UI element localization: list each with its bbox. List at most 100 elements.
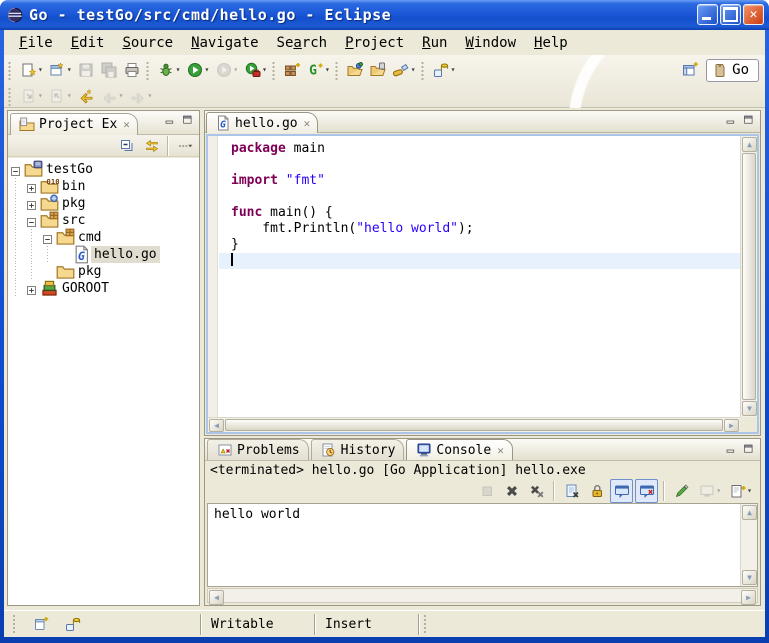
open-console-dropdown-icon[interactable]: ▾ — [747, 487, 752, 495]
menu-edit[interactable]: Edit — [62, 33, 114, 53]
last-edit-location-button[interactable] — [75, 84, 98, 108]
maximize-button[interactable] — [720, 4, 741, 25]
new-go-package-button[interactable] — [281, 58, 304, 82]
console-output-area[interactable]: hello world ▲ ▼ — [207, 503, 758, 587]
code-line[interactable]: fmt.Println("hello world"); — [219, 221, 740, 237]
run-button[interactable]: ▾ — [183, 58, 212, 82]
show-stdout-button[interactable] — [610, 479, 633, 503]
console-tab-close-icon[interactable]: ✕ — [495, 444, 504, 457]
debug-button[interactable]: ▾ — [155, 58, 184, 82]
external-tools-dropdown-icon[interactable]: ▾ — [262, 66, 267, 74]
open-resource-button[interactable] — [367, 58, 390, 82]
sync-views-dropdown-icon[interactable]: ▾ — [451, 66, 456, 74]
sync-views-button[interactable]: ▾ — [430, 58, 459, 82]
scroll-down-icon[interactable]: ▼ — [742, 401, 757, 416]
editor-minimize-button[interactable] — [725, 115, 738, 127]
collapse-icon[interactable] — [43, 233, 52, 242]
expand-icon[interactable] — [27, 284, 36, 293]
db-toggle-button[interactable] — [61, 612, 84, 636]
scroll-up-icon[interactable]: ▲ — [742, 137, 757, 152]
code-line[interactable] — [219, 157, 740, 173]
view-menu-button[interactable] — [173, 134, 196, 158]
clear-console-button[interactable] — [560, 479, 583, 503]
scroll-left-icon[interactable]: ◀ — [209, 419, 224, 432]
explorer-maximize-button[interactable] — [182, 115, 195, 127]
new-go-type-button[interactable]: G▾ — [304, 58, 333, 82]
new-wizard-dropdown-icon[interactable]: ▾ — [38, 66, 43, 74]
menu-search[interactable]: Search — [268, 33, 337, 53]
editor-horizontal-scrollbar[interactable]: ◀ ▶ — [208, 417, 740, 432]
tree-item-testgo[interactable]: testGo — [8, 161, 199, 178]
menu-navigate[interactable]: Navigate — [182, 33, 267, 53]
code-line[interactable]: } — [219, 237, 740, 253]
tab-history[interactable]: History — [311, 439, 405, 460]
remove-all-terminated-button[interactable] — [525, 479, 548, 503]
explorer-minimize-button[interactable] — [164, 115, 177, 127]
new-go-type-dropdown-icon[interactable]: ▾ — [325, 66, 330, 74]
tree-item-goroot[interactable]: GOROOT — [8, 280, 199, 297]
expand-icon[interactable] — [27, 182, 36, 191]
tree-item-cmd[interactable]: cmd — [8, 229, 199, 246]
go-perspective-button[interactable]: Go — [706, 59, 759, 82]
debug-dropdown-icon[interactable]: ▾ — [176, 66, 181, 74]
collapse-icon[interactable] — [27, 216, 36, 225]
tree-expander-cell[interactable] — [40, 229, 56, 246]
tab-project-explorer[interactable]: Project Ex ✕ — [10, 113, 138, 135]
scroll-right-icon[interactable]: ▶ — [741, 590, 756, 605]
tree-expander-cell[interactable] — [24, 280, 40, 297]
console-vertical-scrollbar[interactable]: ▲ ▼ — [740, 504, 757, 586]
code-line[interactable]: func main() { — [219, 205, 740, 221]
fast-view-button[interactable] — [29, 612, 52, 636]
tree-expander-cell[interactable] — [24, 195, 40, 212]
menu-file[interactable]: File — [10, 33, 62, 53]
editor-tab-close-icon[interactable]: ✕ — [302, 117, 311, 130]
scroll-right-icon[interactable]: ▶ — [724, 419, 739, 432]
close-button[interactable] — [743, 4, 764, 25]
code-line[interactable]: import "fmt" — [219, 173, 740, 189]
editor-vertical-scrollbar[interactable]: ▲ ▼ — [740, 136, 757, 417]
tree-item-src[interactable]: src — [8, 212, 199, 229]
new-wizard-button[interactable]: ▾ — [17, 58, 46, 82]
scroll-up-icon[interactable]: ▲ — [742, 505, 757, 520]
code-line[interactable] — [219, 253, 740, 269]
collapse-all-button[interactable] — [116, 134, 139, 158]
scroll-left-icon[interactable]: ◀ — [209, 590, 224, 605]
tree-item-hello-go[interactable]: Ghello.go — [8, 246, 199, 263]
menu-run[interactable]: Run — [413, 33, 456, 53]
link-editor-button[interactable] — [140, 134, 163, 158]
menu-window[interactable]: Window — [456, 33, 525, 53]
show-stderr-button[interactable] — [635, 479, 658, 503]
tree-item-pkg[interactable]: pkg — [8, 195, 199, 212]
tab-problems[interactable]: Problems — [207, 439, 309, 460]
print-button[interactable] — [121, 58, 144, 82]
explorer-close-icon[interactable]: ✕ — [121, 118, 130, 131]
remove-launch-button[interactable] — [500, 479, 523, 503]
new-element-button[interactable]: ▾ — [46, 58, 75, 82]
external-tools-button[interactable]: ▾ — [241, 58, 270, 82]
expand-icon[interactable] — [27, 199, 36, 208]
tree-expander-cell[interactable] — [24, 178, 40, 195]
menu-help[interactable]: Help — [525, 33, 577, 53]
code-line[interactable]: package main — [219, 141, 740, 157]
scroll-down-icon[interactable]: ▼ — [742, 570, 757, 585]
scroll-thumb[interactable] — [742, 153, 756, 400]
code-line[interactable] — [219, 189, 740, 205]
tree-expander-cell[interactable] — [24, 212, 40, 229]
open-console-button[interactable]: ▾ — [726, 479, 755, 503]
run-dropdown-icon[interactable]: ▾ — [204, 66, 209, 74]
scroll-thumb[interactable] — [225, 419, 723, 431]
menu-source[interactable]: Source — [113, 33, 182, 53]
tab-console[interactable]: Console✕ — [406, 439, 512, 460]
tree-expander-cell[interactable] — [8, 161, 24, 178]
code-editor[interactable]: package main import "fmt" func main() { fm… — [208, 136, 740, 417]
minimize-button[interactable] — [697, 4, 718, 25]
collapse-icon[interactable] — [11, 165, 20, 174]
open-perspective-button[interactable] — [678, 58, 701, 82]
console-minimize-button[interactable] — [725, 444, 738, 456]
editor-maximize-button[interactable] — [743, 115, 756, 127]
tree-item-pkg[interactable]: pkg — [8, 263, 199, 280]
open-type-button[interactable] — [344, 58, 367, 82]
console-maximize-button[interactable] — [743, 444, 756, 456]
console-horizontal-scrollbar[interactable]: ◀ ▶ — [207, 588, 758, 603]
search-button[interactable]: ▾ — [390, 58, 419, 82]
